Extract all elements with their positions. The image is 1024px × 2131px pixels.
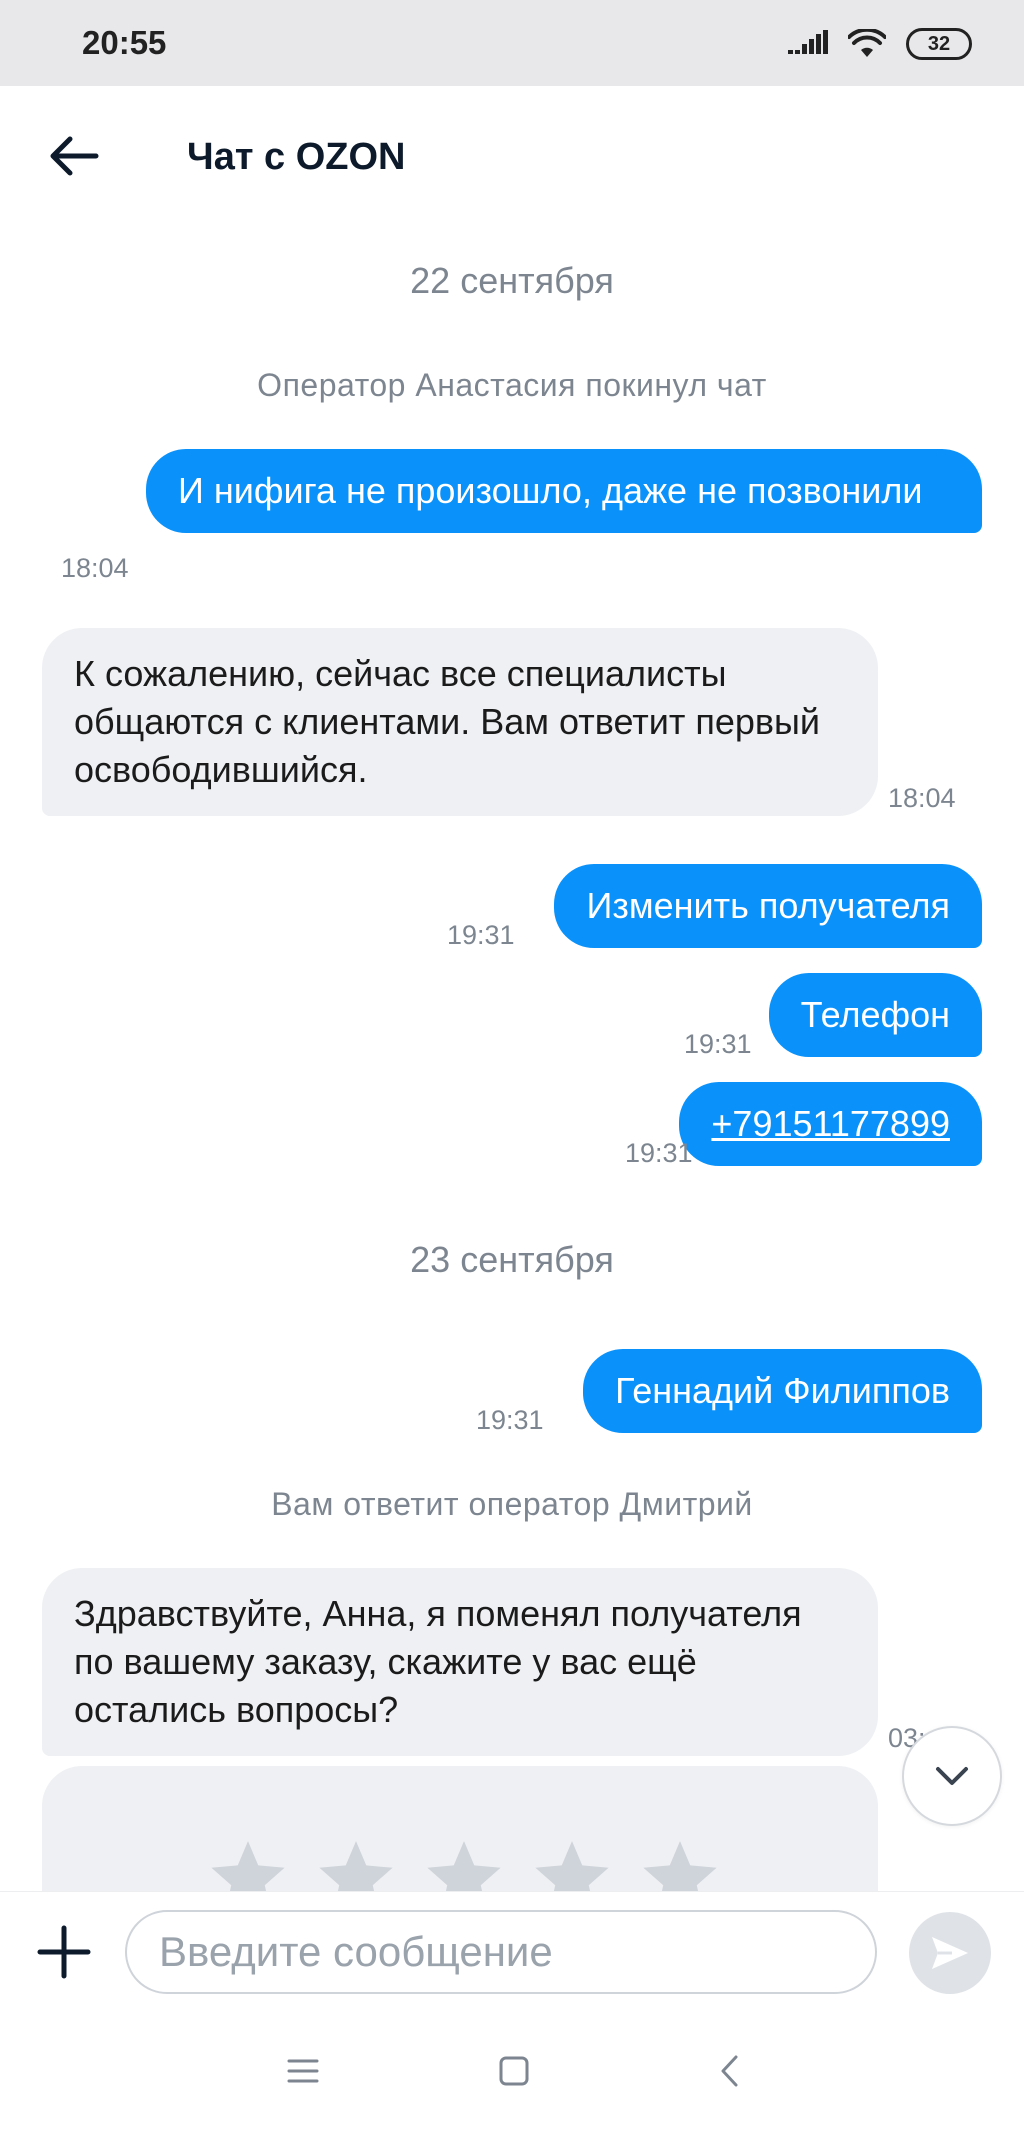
message-time: 19:31 bbox=[447, 920, 515, 950]
star-icon[interactable] bbox=[315, 1836, 397, 1891]
scroll-down-button[interactable] bbox=[902, 1726, 1002, 1826]
star-icon[interactable] bbox=[531, 1836, 613, 1891]
message-outgoing[interactable]: И нифига не произошло, даже не позвонили bbox=[146, 449, 982, 533]
message-text: К сожалению, сейчас все специалисты обща… bbox=[74, 653, 820, 790]
nav-menu-button[interactable] bbox=[273, 2041, 333, 2101]
star-icon[interactable] bbox=[423, 1836, 505, 1891]
page-title: Чат с OZON bbox=[187, 136, 406, 178]
rating-stars bbox=[207, 1836, 721, 1891]
message-text: Геннадий Филиппов bbox=[615, 1370, 950, 1411]
message-input[interactable] bbox=[125, 1910, 877, 1994]
message-composer bbox=[0, 1891, 1024, 2011]
star-icon[interactable] bbox=[639, 1836, 721, 1891]
system-message: Вам ответит оператор Дмитрий bbox=[271, 1486, 753, 1522]
message-text: И нифига не произошло, даже не позвонили bbox=[178, 470, 923, 511]
arrow-left-icon bbox=[50, 136, 99, 176]
message-text: Изменить получателя bbox=[586, 885, 950, 926]
send-button[interactable] bbox=[909, 1912, 991, 1994]
plus-icon bbox=[37, 1925, 91, 1979]
status-bar: 20:55 32 bbox=[0, 0, 1024, 86]
battery-icon: 32 bbox=[906, 28, 972, 60]
phone-link[interactable]: +79151177899 bbox=[711, 1103, 950, 1144]
signal-icon bbox=[788, 30, 828, 54]
wifi-icon bbox=[848, 29, 886, 57]
nav-back-button[interactable] bbox=[700, 2041, 760, 2101]
battery-level: 32 bbox=[927, 32, 951, 55]
back-button[interactable] bbox=[44, 126, 104, 186]
star-icon[interactable] bbox=[207, 1836, 289, 1891]
date-separator: 22 сентября bbox=[410, 260, 614, 301]
message-time: 18:04 bbox=[888, 783, 956, 813]
message-time: 18:04 bbox=[61, 553, 129, 583]
message-outgoing[interactable]: +79151177899 bbox=[679, 1082, 982, 1166]
status-icons: 32 bbox=[788, 24, 972, 64]
menu-icon bbox=[287, 2059, 319, 2083]
message-time: 19:31 bbox=[684, 1029, 752, 1059]
chat-screen: 20:55 32 Чат с OZON 22 сентября Оператор… bbox=[0, 0, 1024, 2131]
message-text: Телефон bbox=[800, 994, 950, 1035]
app-header: Чат с OZON bbox=[0, 86, 1024, 226]
system-message: Оператор Анастасия покинул чат bbox=[257, 367, 767, 403]
message-incoming[interactable]: Здравствуйте, Анна, я поменял получателя… bbox=[42, 1568, 878, 1756]
message-incoming[interactable]: К сожалению, сейчас все специалисты обща… bbox=[42, 628, 878, 816]
attach-button[interactable] bbox=[36, 1924, 92, 1980]
date-separator: 23 сентября bbox=[410, 1239, 614, 1280]
message-outgoing[interactable]: Изменить получателя bbox=[554, 864, 982, 948]
message-time: 19:31 bbox=[476, 1405, 544, 1435]
chevron-left-icon bbox=[721, 2055, 738, 2087]
message-outgoing[interactable]: Геннадий Филиппов bbox=[583, 1349, 982, 1433]
chat-messages[interactable]: 22 сентября Оператор Анастасия покинул ч… bbox=[0, 226, 1024, 1891]
chevron-down-icon bbox=[936, 1767, 968, 1785]
send-icon bbox=[932, 1937, 968, 1969]
message-time: 19:31 bbox=[625, 1138, 693, 1168]
home-square-icon bbox=[499, 2056, 529, 2086]
system-navigation-bar bbox=[0, 2011, 1024, 2131]
status-time: 20:55 bbox=[82, 24, 167, 61]
nav-home-button[interactable] bbox=[484, 2041, 544, 2101]
message-text: Здравствуйте, Анна, я поменял получателя… bbox=[74, 1593, 802, 1730]
message-outgoing[interactable]: Телефон bbox=[768, 973, 982, 1057]
rating-card bbox=[42, 1766, 878, 1891]
